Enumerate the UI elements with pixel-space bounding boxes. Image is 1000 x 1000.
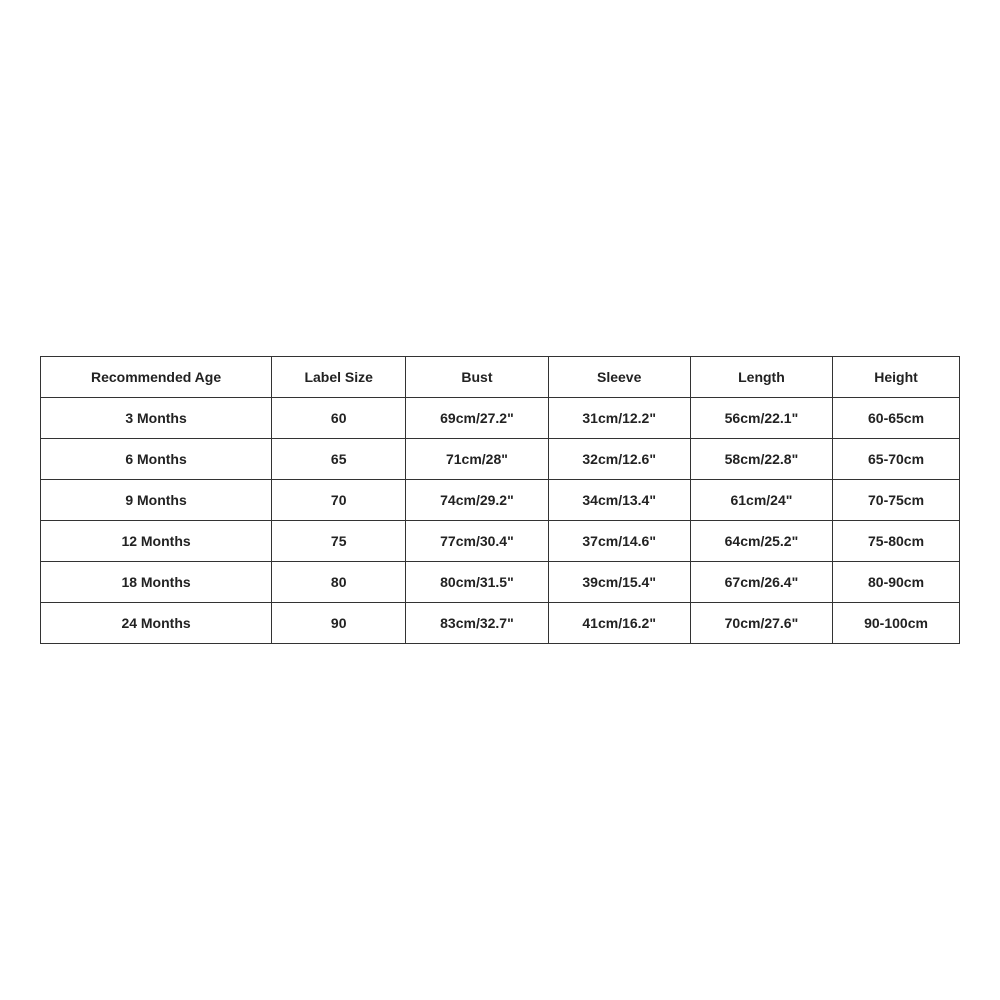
cell-age: 12 Months bbox=[41, 521, 272, 562]
table-row: 3 Months6069cm/27.2"31cm/12.2"56cm/22.1"… bbox=[41, 398, 960, 439]
cell-sleeve: 32cm/12.6" bbox=[548, 439, 690, 480]
cell-bust: 74cm/29.2" bbox=[406, 480, 548, 521]
cell-height: 75-80cm bbox=[833, 521, 960, 562]
cell-length: 67cm/26.4" bbox=[690, 562, 832, 603]
size-chart-container: Recommended Age Label Size Bust Sleeve L… bbox=[40, 356, 960, 644]
cell-length: 61cm/24" bbox=[690, 480, 832, 521]
cell-height: 70-75cm bbox=[833, 480, 960, 521]
header-height: Height bbox=[833, 357, 960, 398]
table-row: 9 Months7074cm/29.2"34cm/13.4"61cm/24"70… bbox=[41, 480, 960, 521]
header-label-size: Label Size bbox=[272, 357, 406, 398]
cell-sleeve: 39cm/15.4" bbox=[548, 562, 690, 603]
cell-label_size: 80 bbox=[272, 562, 406, 603]
cell-age: 3 Months bbox=[41, 398, 272, 439]
cell-height: 90-100cm bbox=[833, 603, 960, 644]
table-row: 18 Months8080cm/31.5"39cm/15.4"67cm/26.4… bbox=[41, 562, 960, 603]
cell-age: 6 Months bbox=[41, 439, 272, 480]
table-row: 6 Months6571cm/28"32cm/12.6"58cm/22.8"65… bbox=[41, 439, 960, 480]
cell-sleeve: 37cm/14.6" bbox=[548, 521, 690, 562]
cell-length: 56cm/22.1" bbox=[690, 398, 832, 439]
header-bust: Bust bbox=[406, 357, 548, 398]
table-row: 12 Months7577cm/30.4"37cm/14.6"64cm/25.2… bbox=[41, 521, 960, 562]
cell-age: 9 Months bbox=[41, 480, 272, 521]
table-header-row: Recommended Age Label Size Bust Sleeve L… bbox=[41, 357, 960, 398]
header-sleeve: Sleeve bbox=[548, 357, 690, 398]
cell-sleeve: 34cm/13.4" bbox=[548, 480, 690, 521]
cell-bust: 77cm/30.4" bbox=[406, 521, 548, 562]
cell-height: 80-90cm bbox=[833, 562, 960, 603]
table-row: 24 Months9083cm/32.7"41cm/16.2"70cm/27.6… bbox=[41, 603, 960, 644]
cell-label_size: 60 bbox=[272, 398, 406, 439]
cell-height: 65-70cm bbox=[833, 439, 960, 480]
cell-age: 24 Months bbox=[41, 603, 272, 644]
cell-bust: 71cm/28" bbox=[406, 439, 548, 480]
cell-length: 64cm/25.2" bbox=[690, 521, 832, 562]
cell-height: 60-65cm bbox=[833, 398, 960, 439]
cell-label_size: 90 bbox=[272, 603, 406, 644]
cell-sleeve: 41cm/16.2" bbox=[548, 603, 690, 644]
cell-bust: 80cm/31.5" bbox=[406, 562, 548, 603]
size-chart-table: Recommended Age Label Size Bust Sleeve L… bbox=[40, 356, 960, 644]
cell-bust: 83cm/32.7" bbox=[406, 603, 548, 644]
cell-label_size: 75 bbox=[272, 521, 406, 562]
cell-label_size: 70 bbox=[272, 480, 406, 521]
cell-sleeve: 31cm/12.2" bbox=[548, 398, 690, 439]
header-recommended-age: Recommended Age bbox=[41, 357, 272, 398]
cell-length: 70cm/27.6" bbox=[690, 603, 832, 644]
cell-label_size: 65 bbox=[272, 439, 406, 480]
cell-bust: 69cm/27.2" bbox=[406, 398, 548, 439]
cell-length: 58cm/22.8" bbox=[690, 439, 832, 480]
header-length: Length bbox=[690, 357, 832, 398]
cell-age: 18 Months bbox=[41, 562, 272, 603]
